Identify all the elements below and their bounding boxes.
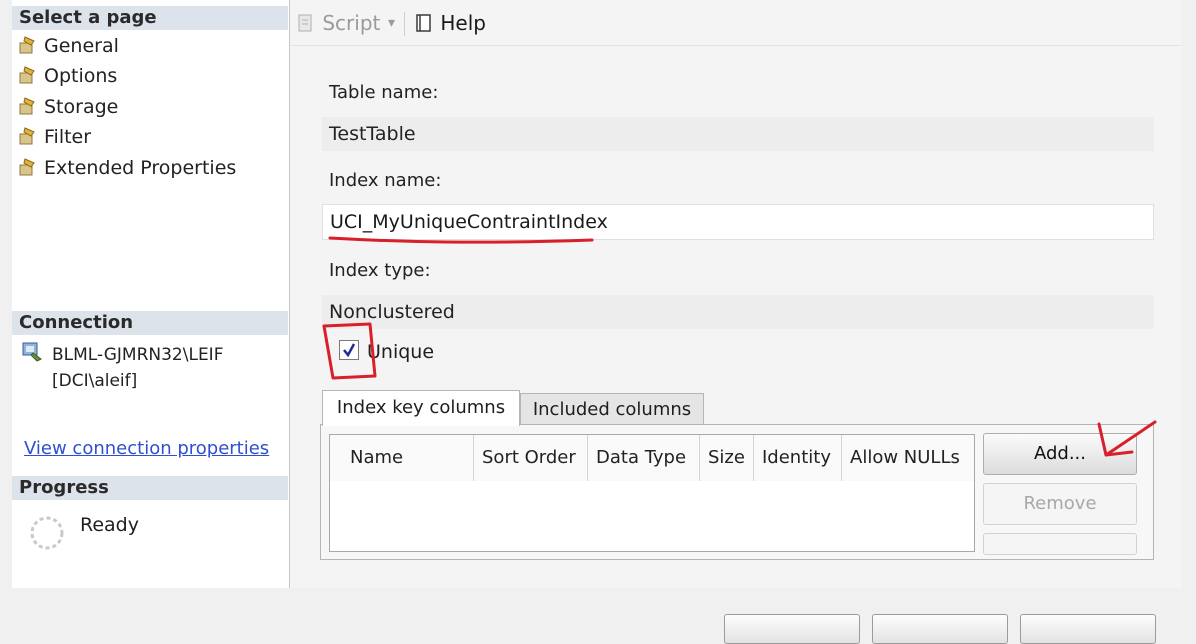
unique-checkbox[interactable] xyxy=(339,340,359,360)
column-header-sort-order[interactable]: Sort Order xyxy=(474,435,588,481)
tab-index-key-columns[interactable]: Index key columns xyxy=(322,390,520,426)
left-pane: Select a page General Options Storage Fi… xyxy=(12,0,290,588)
checkmark-icon xyxy=(343,343,356,358)
connection-server: BLML-GJMRN32\LEIF xyxy=(52,345,224,365)
page-item-storage[interactable]: Storage xyxy=(18,93,118,121)
view-connection-properties-link[interactable]: View connection properties xyxy=(24,436,269,462)
table-name-field: TestTable xyxy=(322,117,1154,151)
table-name-label: Table name: xyxy=(329,82,439,103)
help-button[interactable]: Help xyxy=(414,10,486,36)
columns-grid[interactable]: Name Sort Order Data Type Size Identity … xyxy=(329,434,975,552)
script-button[interactable]: Script xyxy=(296,10,380,36)
page-icon xyxy=(19,66,35,84)
page-item-filter[interactable]: Filter xyxy=(18,123,91,151)
index-type-label: Index type: xyxy=(329,260,431,281)
script-icon xyxy=(298,14,312,32)
page-label: General xyxy=(44,35,119,57)
ok-button[interactable] xyxy=(724,614,860,644)
toolbar-separator xyxy=(404,12,405,36)
connection-user: [DCI\aleif] xyxy=(52,371,138,391)
page-item-options[interactable]: Options xyxy=(18,62,117,90)
page-label: Extended Properties xyxy=(44,157,237,179)
page-item-extended-properties[interactable]: Extended Properties xyxy=(18,154,236,182)
cancel-button[interactable] xyxy=(872,614,1008,644)
progress-status: Ready xyxy=(80,514,139,536)
tab-included-columns[interactable]: Included columns xyxy=(520,393,704,425)
unique-label: Unique xyxy=(367,341,435,363)
page-item-general[interactable]: General xyxy=(18,32,119,60)
remove-button[interactable]: Remove xyxy=(983,483,1137,525)
index-name-label: Index name: xyxy=(329,170,442,191)
page-icon xyxy=(19,158,35,176)
script-dropdown-arrow[interactable]: ▾ xyxy=(388,10,395,36)
toolbar: Script ▾ Help xyxy=(290,0,1182,46)
index-name-input[interactable]: UCI_MyUniqueContraintIndex xyxy=(322,204,1154,240)
server-icon xyxy=(22,342,42,362)
add-button[interactable]: Add... xyxy=(983,433,1137,475)
column-header-name[interactable]: Name xyxy=(342,435,474,481)
page-icon xyxy=(19,97,35,115)
select-page-header: Select a page xyxy=(12,6,288,30)
page-icon xyxy=(19,127,35,145)
progress-header: Progress xyxy=(12,476,288,500)
help-label: Help xyxy=(440,11,486,35)
column-header-data-type[interactable]: Data Type xyxy=(588,435,700,481)
page-label: Storage xyxy=(44,96,119,118)
column-header-identity[interactable]: Identity xyxy=(754,435,842,481)
column-header-size[interactable]: Size xyxy=(700,435,754,481)
page-label: Options xyxy=(44,65,118,87)
progress-spinner-icon xyxy=(30,516,64,550)
move-up-button[interactable] xyxy=(983,533,1137,555)
help-dialog-button[interactable] xyxy=(1020,614,1156,644)
connection-header: Connection xyxy=(12,311,288,335)
help-icon xyxy=(416,14,431,32)
page-label: Filter xyxy=(44,126,92,148)
column-header-allow-nulls[interactable]: Allow NULLs xyxy=(842,435,974,481)
index-type-field: Nonclustered xyxy=(322,295,1154,329)
script-label: Script xyxy=(322,11,381,35)
page-icon xyxy=(19,36,35,54)
